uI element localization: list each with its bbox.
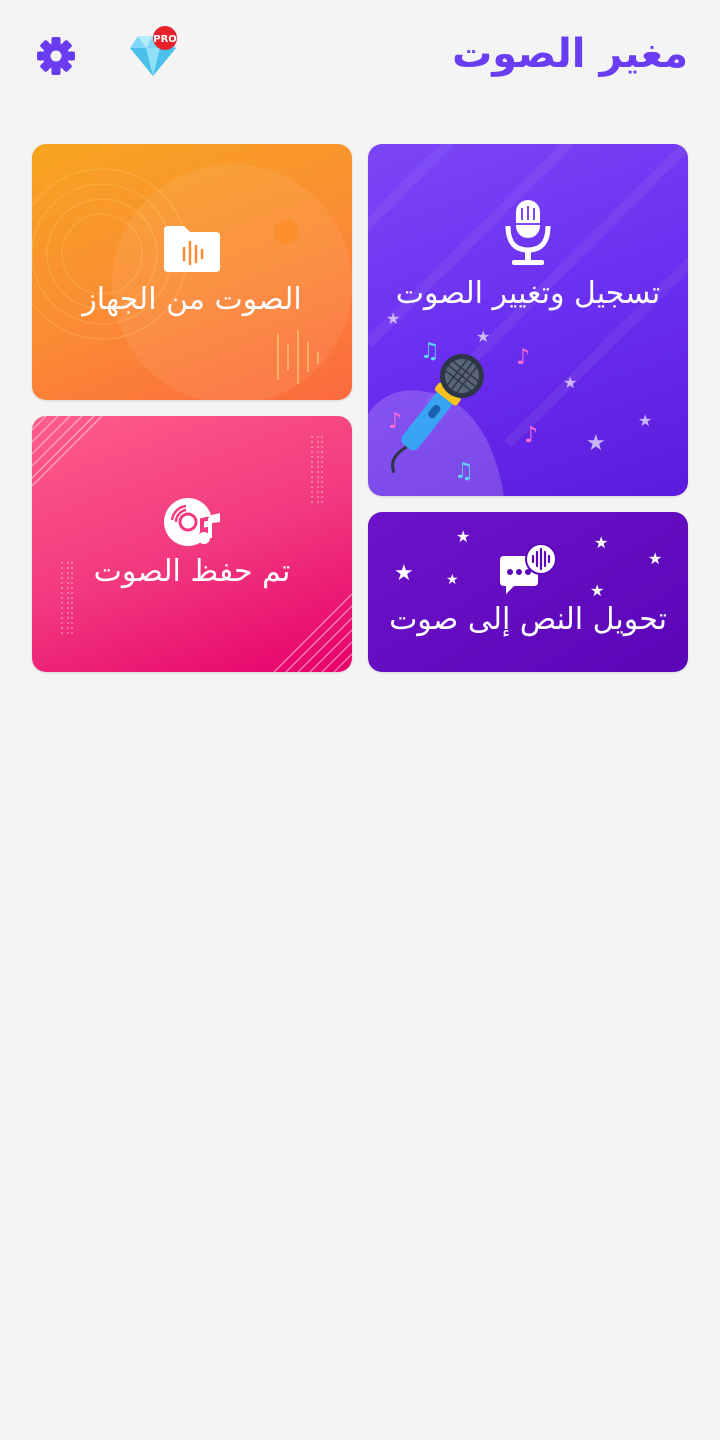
tts-card-label: تحويل النص إلى صوت	[389, 602, 667, 637]
speech-bubble-icon	[500, 544, 557, 594]
record-change-voice-card[interactable]: ★ ★ ★ ★ ★ ♫ ♪ ♪ ♪ ♫ تسجيل وتغيير الصوت	[368, 144, 688, 496]
svg-text:♪: ♪	[388, 409, 402, 434]
svg-text:★: ★	[563, 373, 577, 392]
top-bar: مغير الصوت PRO	[0, 0, 720, 110]
app-title: مغير الصوت	[452, 31, 688, 77]
svg-text:★: ★	[648, 549, 662, 568]
microphone-icon	[505, 200, 551, 265]
svg-text:★: ★	[386, 309, 400, 328]
settings-button[interactable]	[34, 34, 78, 78]
card-decoration: ★ ★ ★ ★ ★ ♫ ♪ ♪ ♪ ♫	[368, 144, 688, 496]
svg-text:♫: ♫	[420, 339, 440, 364]
pro-badge: PRO	[153, 34, 177, 45]
saved-card-label: تم حفظ الصوت	[93, 554, 291, 589]
saved-audio-card[interactable]: تم حفظ الصوت	[32, 416, 352, 672]
svg-text:★: ★	[446, 572, 459, 588]
record-card-label: تسجيل وتغيير الصوت	[395, 276, 661, 311]
audio-folder-icon	[164, 226, 220, 272]
svg-text:★: ★	[394, 561, 414, 586]
device-card-label: الصوت من الجهاز	[82, 282, 302, 317]
card-decoration	[32, 164, 352, 400]
svg-text:★: ★	[476, 327, 490, 346]
text-to-speech-card[interactable]: ★ ★ ★ ★ ★ ★ تحويل النص إلى صوت	[368, 512, 688, 672]
svg-text:♪: ♪	[516, 345, 530, 370]
svg-text:★: ★	[638, 411, 652, 430]
svg-text:♫: ♫	[454, 459, 474, 484]
svg-text:★: ★	[594, 533, 608, 552]
svg-text:★: ★	[590, 581, 604, 600]
svg-text:★: ★	[456, 527, 470, 546]
diamond-icon: PRO	[130, 26, 177, 76]
gear-icon	[37, 37, 75, 75]
audio-from-device-card[interactable]: الصوت من الجهاز	[32, 144, 352, 400]
music-disc-icon	[164, 498, 222, 546]
pro-button[interactable]: PRO	[124, 24, 184, 84]
svg-text:★: ★	[586, 431, 606, 456]
svg-text:♪: ♪	[524, 423, 538, 448]
